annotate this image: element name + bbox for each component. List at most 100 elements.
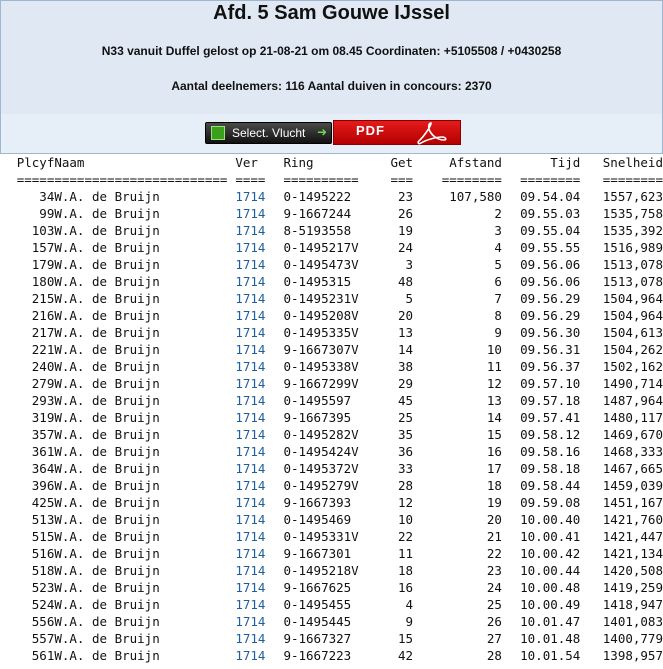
ver-link[interactable]: 1714 — [235, 206, 265, 221]
cell-ver: 1714 — [235, 494, 283, 511]
cell-distance: 28 — [486, 648, 502, 663]
column-header-row-distance: Afstand — [449, 155, 502, 170]
cell-time: 10.01.48 — [520, 631, 581, 646]
table-row: 515 W.A. de Bruijn 1714 0-1495331V 22 21 10.00… — [0, 528, 663, 545]
cell-place: 217 — [31, 325, 55, 340]
pdf-button[interactable]: PDF — [333, 120, 461, 145]
cell-get: 5 — [405, 291, 414, 306]
select-flight-button[interactable]: Select. Vlucht ➜ — [205, 122, 332, 144]
cell-time: 09.56.31 — [520, 342, 581, 357]
cell-time: 10.00.40 — [520, 512, 581, 527]
cell-place: 561 — [31, 648, 55, 663]
table-row: 216 W.A. de Bruijn 1714 0-1495208V 20 8 09.56.… — [0, 307, 663, 324]
cell-name: W.A. de Bruijn — [54, 410, 160, 425]
ver-link[interactable]: 1714 — [235, 461, 265, 476]
ver-link[interactable]: 1714 — [235, 240, 265, 255]
ver-link[interactable]: 1714 — [235, 342, 265, 357]
ver-link[interactable]: 1714 — [235, 529, 265, 544]
select-flight-label: Select. Vlucht — [232, 126, 306, 140]
cell-ver: 1714 — [235, 392, 283, 409]
cell-ver: 1714 — [235, 511, 283, 528]
cell-name: W.A. de Bruijn — [54, 614, 160, 629]
cell-ring: 0-1495279V — [283, 478, 359, 493]
ver-link[interactable]: 1714 — [235, 444, 265, 459]
cell-ver: 1714 — [235, 256, 283, 273]
cell-ring: 0-1495282V — [283, 427, 359, 442]
column-header-row-ver: Ver — [235, 155, 258, 170]
cell-get: 10 — [398, 512, 414, 527]
column-header-row-name: Naam — [54, 155, 85, 170]
cell-get: 26 — [398, 206, 414, 221]
cell-place: 180 — [31, 274, 55, 289]
cell-get: 14 — [398, 342, 414, 357]
cell-name: W.A. de Bruijn — [54, 529, 160, 544]
cell-get: 11 — [398, 546, 414, 561]
column-header-row-ring: Ring — [283, 155, 314, 170]
ver-link[interactable]: 1714 — [235, 393, 265, 408]
ver-link[interactable]: 1714 — [235, 223, 265, 238]
ver-link[interactable]: 1714 — [235, 308, 265, 323]
cell-name: W.A. de Bruijn — [54, 648, 160, 663]
ver-link[interactable]: 1714 — [235, 580, 265, 595]
cell-place: 364 — [31, 461, 55, 476]
cell-ver: 1714 — [235, 545, 283, 562]
cell-ring: 0-1495315 — [283, 274, 352, 289]
cell-place: 319 — [31, 410, 55, 425]
cell-ring: 9-1667244 — [283, 206, 352, 221]
ver-link[interactable]: 1714 — [235, 410, 265, 425]
ver-link[interactable]: 1714 — [235, 376, 265, 391]
cell-distance: 24 — [486, 580, 502, 595]
cell-speed: 1504,964 — [602, 308, 663, 323]
ver-link[interactable]: 1714 — [235, 648, 265, 663]
ver-link[interactable]: 1714 — [235, 478, 265, 493]
ver-link[interactable]: 1714 — [235, 512, 265, 527]
ver-link[interactable]: 1714 — [235, 274, 265, 289]
cell-ver: 1714 — [235, 630, 283, 647]
cell-speed: 1420,508 — [602, 563, 663, 578]
ver-link[interactable]: 1714 — [235, 257, 265, 272]
cell-ver: 1714 — [235, 188, 283, 205]
cell-time: 09.55.03 — [520, 206, 581, 221]
table-row: 179 W.A. de Bruijn 1714 0-1495473V 3 5 09.56.0… — [0, 256, 663, 273]
cell-speed: 1421,134 — [602, 546, 663, 561]
ver-link[interactable]: 1714 — [235, 614, 265, 629]
cell-time: 09.58.16 — [520, 444, 581, 459]
cell-speed: 1469,670 — [602, 427, 663, 442]
ver-link[interactable]: 1714 — [235, 359, 265, 374]
ver-link[interactable]: 1714 — [235, 631, 265, 646]
cell-speed: 1400,779 — [602, 631, 663, 646]
cell-distance: 4 — [494, 240, 502, 255]
ver-link[interactable]: 1714 — [235, 427, 265, 442]
cell-speed: 1535,392 — [602, 223, 663, 238]
ver-link[interactable]: 1714 — [235, 597, 265, 612]
cell-name: W.A. de Bruijn — [54, 597, 160, 612]
cell-distance: 15 — [486, 427, 502, 442]
cell-speed: 1459,039 — [602, 478, 663, 493]
table-row: 513 W.A. de Bruijn 1714 0-1495469 10 20 10.00.… — [0, 511, 663, 528]
ver-link[interactable]: 1714 — [235, 189, 265, 204]
cell-time: 09.56.29 — [520, 291, 581, 306]
cell-place: 34 — [39, 189, 55, 204]
ver-link[interactable]: 1714 — [235, 495, 265, 510]
ver-link[interactable]: 1714 — [235, 291, 265, 306]
cell-ver: 1714 — [235, 528, 283, 545]
cell-name: W.A. de Bruijn — [54, 495, 160, 510]
ver-link[interactable]: 1714 — [235, 325, 265, 340]
cell-ring: 0-1495217V — [283, 240, 359, 255]
table-row: 279 W.A. de Bruijn 1714 9-1667299V 29 12 09.57… — [0, 375, 663, 392]
cell-time: 09.58.18 — [520, 461, 581, 476]
cell-speed: 1401,083 — [602, 614, 663, 629]
cell-get: 18 — [398, 563, 414, 578]
cell-get: 23 — [398, 189, 414, 204]
cell-distance: 12 — [486, 376, 502, 391]
table-row: 99 W.A. de Bruijn 1714 9-1667244 26 2 09.55.03… — [0, 205, 663, 222]
arrow-right-icon: ➜ — [317, 125, 328, 139]
table-row: 157 W.A. de Bruijn 1714 0-1495217V 24 4 09.55.… — [0, 239, 663, 256]
column-header-row-get: Get — [390, 155, 414, 170]
ver-link[interactable]: 1714 — [235, 563, 265, 578]
table-row: 215 W.A. de Bruijn 1714 0-1495231V 5 7 09.56.2… — [0, 290, 663, 307]
table-row: 425 W.A. de Bruijn 1714 9-1667393 12 19 09.59.… — [0, 494, 663, 511]
cell-name: W.A. de Bruijn — [54, 240, 160, 255]
cell-ring: 9-1667307V — [283, 342, 359, 357]
ver-link[interactable]: 1714 — [235, 546, 265, 561]
